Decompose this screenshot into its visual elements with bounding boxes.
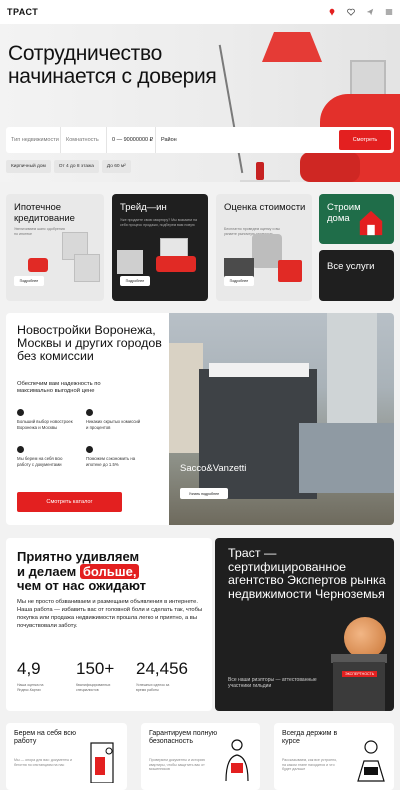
check-icon bbox=[17, 409, 24, 416]
pedestal-illustration bbox=[333, 662, 385, 711]
filter-chip[interactable]: От 4 до 8 этажа bbox=[53, 160, 99, 173]
logo[interactable]: ТРАСТ bbox=[7, 7, 38, 17]
filter-chips: Кирпичный дом От 4 до 8 этажа До 60 м² bbox=[6, 160, 131, 173]
more-button[interactable]: Подробнее bbox=[224, 276, 254, 286]
service-card-valuation[interactable]: Оценка стоимости Бесплатно проведем оцен… bbox=[216, 194, 312, 301]
header-icons bbox=[328, 8, 393, 16]
check-icon bbox=[86, 409, 93, 416]
learn-more-button[interactable]: Узнать подробнее bbox=[180, 488, 228, 499]
rooms-select[interactable]: Комнатность bbox=[61, 127, 107, 153]
lamp-shade-illustration bbox=[262, 32, 322, 62]
service-title: Ипотечное кредитование bbox=[14, 202, 75, 224]
heart-icon[interactable] bbox=[347, 8, 355, 16]
filter-chip[interactable]: До 60 м² bbox=[101, 160, 131, 173]
project-name: Sacco&Vanzetti bbox=[180, 463, 247, 474]
table-illustration bbox=[240, 180, 290, 182]
guild-card: Траст — сертифицированное агентство Эксп… bbox=[215, 538, 394, 711]
building-shape bbox=[209, 363, 309, 377]
all-services-label: Все услуги bbox=[327, 261, 375, 272]
catalog-subtitle: Обеспечим вам надежность по максимально … bbox=[17, 381, 101, 394]
feature-item: Больший выбор новостроек Воронежа и Моск… bbox=[17, 409, 73, 430]
building-shape bbox=[169, 343, 203, 453]
person-lock-illustration bbox=[225, 739, 249, 782]
percent-illustration bbox=[28, 258, 48, 272]
stat-specialists: 150+ Квалифицированных специалистов bbox=[76, 659, 115, 692]
check-icon bbox=[17, 446, 24, 453]
view-catalog-button[interactable]: Смотреть каталог bbox=[17, 492, 122, 512]
search-button[interactable]: Смотреть bbox=[339, 130, 391, 150]
more-button[interactable]: Подробнее bbox=[120, 276, 150, 286]
feature-card-work: Берем на себя всю работу Мы — опора для … bbox=[6, 723, 127, 790]
check-icon bbox=[86, 446, 93, 453]
search-bar: Тип недвижимости Комнатность 0 — 9000000… bbox=[6, 127, 394, 153]
box-illustration bbox=[278, 260, 302, 282]
guild-title: Траст — сертифицированное агентство Эксп… bbox=[228, 546, 386, 601]
service-title: Оценка стоимости bbox=[224, 202, 306, 213]
price-range-input[interactable]: 0 — 90000000 ₽ bbox=[107, 127, 156, 153]
person-laptop-illustration bbox=[357, 740, 385, 782]
hero-section: Сотрудничество начинается с доверия Тип … bbox=[0, 24, 400, 182]
cube-illustration bbox=[74, 254, 100, 282]
service-card-build[interactable]: Строим дома bbox=[319, 194, 394, 244]
feature-desc: Рассказываем, как все устроено, на каком… bbox=[282, 758, 338, 772]
about-title: Приятно удивляем и делаем больше, чем от… bbox=[17, 549, 146, 593]
expertise-badge: ЭКСПЕРТНОСТЬ bbox=[342, 671, 378, 677]
person-door-illustration bbox=[90, 742, 114, 783]
building-shape bbox=[299, 423, 394, 493]
service-title: Трейд—ин bbox=[120, 202, 167, 213]
menu-icon[interactable] bbox=[385, 8, 393, 16]
feature-card-safety: Гарантируем полную безопасность Проверяе… bbox=[141, 723, 260, 790]
hero-title: Сотрудничество начинается с доверия bbox=[8, 42, 217, 88]
building-photo[interactable]: Sacco&Vanzetti Узнать подробнее bbox=[169, 313, 394, 525]
guild-subtitle: Все наши риэлторы — аттестованные участн… bbox=[228, 677, 317, 689]
about-text: Мы не просто обзваниваем и размещаем объ… bbox=[17, 599, 203, 629]
house-icon bbox=[359, 210, 383, 236]
about-section: Приятно удивляем и делаем больше, чем от… bbox=[6, 538, 212, 711]
stat-rating: 4,9 Наша оценка на Яндекс.Картах bbox=[17, 659, 44, 692]
location-icon[interactable] bbox=[328, 8, 336, 16]
service-card-mortgage[interactable]: Ипотечное кредитование Увеличиваем шанс … bbox=[6, 194, 104, 301]
property-type-select[interactable]: Тип недвижимости bbox=[6, 127, 61, 153]
feature-item: Поможем сэкономить на ипотеке до 1.5% bbox=[86, 446, 142, 467]
armchair-seat-illustration bbox=[300, 152, 360, 182]
feature-item: Мы берем на себя всю работу с документам… bbox=[17, 446, 73, 467]
feature-title: Гарантируем полную безопасность bbox=[149, 730, 218, 745]
highlight-word: больше, bbox=[79, 563, 140, 579]
feature-item: Никаких скрытых комиссий и процентов bbox=[86, 409, 142, 430]
arrow-illustration bbox=[156, 256, 196, 272]
filter-chip[interactable]: Кирпичный дом bbox=[6, 160, 51, 173]
top-bar: ТРАСТ bbox=[0, 0, 400, 24]
district-input[interactable]: Район bbox=[156, 127, 339, 153]
feature-desc: Мы — опора для вас: документы и беготня … bbox=[14, 758, 73, 767]
block-illustration bbox=[117, 250, 143, 274]
service-desc: Уже продаете свою квартиру? Мы возьмем н… bbox=[120, 218, 197, 227]
catalog-title: Новостройки Воронежа, Москвы и других го… bbox=[17, 323, 162, 363]
service-desc: Увеличиваем шанс одобрения по ипотеке bbox=[14, 227, 65, 236]
all-services-card[interactable]: Все услуги bbox=[319, 250, 394, 301]
feature-card-info: Всегда держим в курсе Рассказываем, как … bbox=[274, 723, 394, 790]
block-illustration bbox=[224, 258, 254, 278]
service-card-tradein[interactable]: Трейд—ин Уже продаете свою квартиру? Мы … bbox=[112, 194, 208, 301]
feature-title: Всегда держим в курсе bbox=[282, 730, 338, 745]
catalog-section: Новостройки Воронежа, Москвы и других го… bbox=[6, 313, 394, 525]
send-icon[interactable] bbox=[366, 8, 374, 16]
feature-desc: Проверяем документы и историю квартиры, … bbox=[149, 758, 206, 772]
more-button[interactable]: Подробнее bbox=[14, 276, 44, 286]
feature-title: Берем на себя всю работу bbox=[14, 730, 77, 745]
vase-illustration bbox=[256, 162, 264, 180]
stat-deals: 24,456 Успешных сделок за время работы bbox=[136, 659, 188, 692]
medal-icon bbox=[344, 617, 386, 659]
